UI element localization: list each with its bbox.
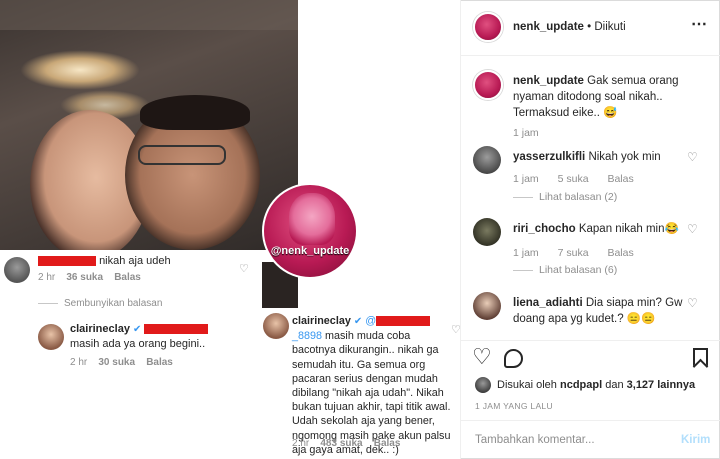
- header-user: nenk_update • Diikuti: [513, 21, 626, 33]
- comment-2-time: 1 jam: [513, 247, 539, 259]
- likes-count[interactable]: 3,127 lainnya: [627, 379, 696, 391]
- likes-user[interactable]: ncdpapl: [560, 379, 602, 391]
- watermark-logo: @nenk_update: [262, 183, 358, 279]
- header-username[interactable]: nenk_update: [513, 21, 584, 33]
- comment-time: 2 hr: [38, 272, 56, 283]
- likes-summary: Disukai oleh ncdpapl dan 3,127 lainnya: [497, 377, 695, 393]
- verified-icon: ✔: [353, 316, 363, 327]
- watermark-text: @nenk_update: [270, 245, 350, 257]
- likes-and: dan: [605, 379, 624, 391]
- comment-2-likes[interactable]: 7 suka: [558, 247, 589, 259]
- actions-divider: [461, 340, 720, 341]
- post-image[interactable]: nikah aja udeh 2 hr 36 suka Balas ♡ Semb…: [0, 0, 461, 459]
- redacted-username: [38, 256, 96, 267]
- caption: nenk_update Gak semua orang nyaman ditod…: [513, 73, 705, 121]
- likes-prefix: Disukai oleh: [497, 379, 557, 391]
- post-header: nenk_update • Diikuti ⋯: [461, 0, 720, 56]
- comment-3-avatar[interactable]: [473, 292, 501, 320]
- comment-3-username[interactable]: liena_adiahti: [513, 297, 583, 309]
- comment-1: yasserzulkifli Nikah yok min: [513, 149, 693, 165]
- comment-3: liena_adiahti Dia siapa min? Gw doang ap…: [513, 295, 693, 327]
- comment-1-username[interactable]: yasserzulkifli: [513, 151, 585, 163]
- comment-reply: Balas: [114, 272, 141, 283]
- comment-2-text: Kapan nikah min: [578, 223, 665, 235]
- post-sidebar: nenk_update • Diikuti ⋯ nenk_update Gak …: [461, 0, 720, 459]
- follow-state[interactable]: • Diikuti: [587, 21, 626, 33]
- comment-icon[interactable]: [504, 349, 523, 368]
- comment-2-avatar[interactable]: [473, 218, 501, 246]
- caption-emoji: 😅: [603, 107, 618, 119]
- redacted-mention: [376, 316, 431, 327]
- action-bar: ♡: [461, 344, 720, 380]
- comment-1-text: Nikah yok min: [588, 151, 661, 163]
- reply-2-meta: 2 hr 483 suka Balas: [292, 438, 401, 449]
- like-comment-2-icon[interactable]: ♡: [687, 222, 698, 236]
- like-comment-1-icon[interactable]: ♡: [687, 150, 698, 164]
- caption-time: 1 jam: [513, 127, 539, 139]
- comment-likes: 36 suka: [66, 272, 104, 283]
- commenter-avatar: [4, 257, 30, 283]
- top-comment-text: nikah aja udeh: [99, 255, 171, 267]
- more-options-icon[interactable]: ⋯: [691, 14, 707, 34]
- hide-replies: Sembunyikan balasan: [38, 298, 162, 309]
- like-comment-3-icon[interactable]: ♡: [687, 296, 698, 310]
- top-comment: nikah aja udeh: [38, 255, 171, 267]
- comment-1-likes[interactable]: 5 suka: [558, 173, 589, 185]
- reply-1-username: clairineclay: [70, 323, 130, 335]
- comment-3-emoji: 😑😑: [626, 313, 656, 325]
- profile-avatar[interactable]: [473, 12, 503, 42]
- comment-1-meta: 1 jam 5 suka Balas: [513, 173, 634, 185]
- caption-username[interactable]: nenk_update: [513, 75, 584, 87]
- clairine-avatar: [38, 324, 64, 350]
- comment-2-username[interactable]: riri_chocho: [513, 223, 576, 235]
- liker-avatar[interactable]: [475, 377, 491, 393]
- submit-comment-button[interactable]: Kirim: [681, 434, 710, 446]
- comment-input[interactable]: Tambahkan komentar...: [475, 434, 595, 446]
- comment-1-avatar[interactable]: [473, 146, 501, 174]
- like-icon[interactable]: ♡: [472, 346, 492, 368]
- comment-1-view-replies[interactable]: Lihat balasan (2): [513, 191, 617, 203]
- caption-avatar[interactable]: [473, 70, 503, 100]
- clairine-avatar-2: [263, 313, 289, 339]
- comment-1-reply-button[interactable]: Balas: [607, 173, 633, 185]
- comment-2-reply-button[interactable]: Balas: [607, 247, 633, 259]
- add-comment-bar: Tambahkan komentar... Kirim: [461, 420, 720, 459]
- heart-icon: ♡: [451, 324, 461, 336]
- reply-1-text: masih ada ya orang begini..: [70, 338, 206, 350]
- redacted-mention: [144, 324, 209, 335]
- verified-icon: ✔: [133, 324, 142, 335]
- post-timestamp: 1 JAM YANG LALU: [475, 401, 553, 411]
- top-comment-meta: 2 hr 36 suka Balas: [38, 272, 141, 283]
- comment-2-view-replies[interactable]: Lihat balasan (6): [513, 264, 617, 276]
- reply-2: clairineclay ✔ @ _8898 masih muda coba b…: [292, 315, 451, 456]
- comment-2: riri_chocho Kapan nikah min😂: [513, 221, 693, 237]
- reply-2-text: masih muda coba bacotnya dikurangin.. ni…: [292, 330, 451, 456]
- heart-icon: ♡: [239, 263, 249, 275]
- comment-1-time: 1 jam: [513, 173, 539, 185]
- reply-2-mention: _8898: [292, 330, 323, 343]
- couple-photo: [0, 0, 298, 250]
- comment-2-emoji: 😂: [664, 223, 679, 235]
- reply-2-username: clairineclay: [292, 315, 351, 327]
- reply-1: clairineclay ✔ masih ada ya orang begini…: [70, 322, 250, 351]
- comment-2-meta: 1 jam 7 suka Balas: [513, 247, 634, 259]
- reply-1-meta: 2 hr 30 suka Balas: [70, 357, 173, 368]
